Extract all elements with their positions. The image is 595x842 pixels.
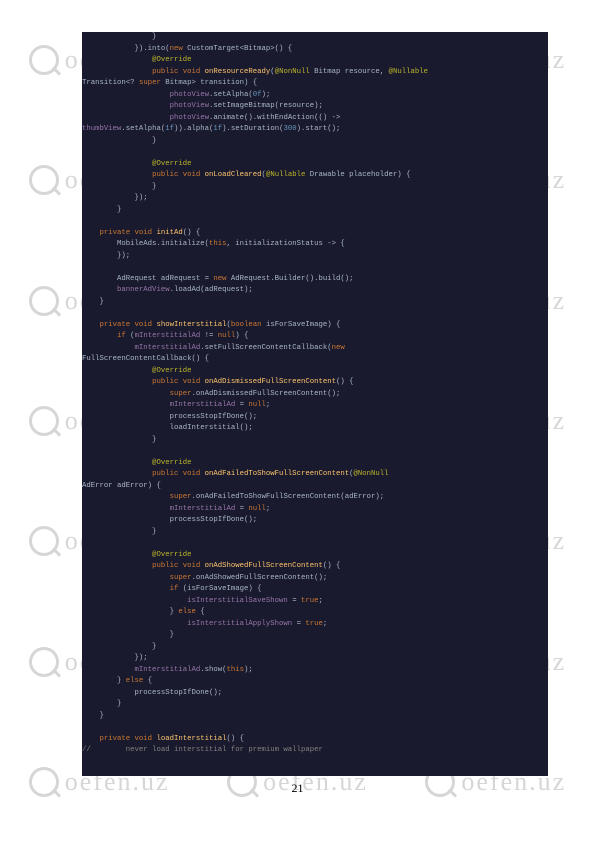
code-content: } }).into(new CustomTarget<Bitmap>() { @… bbox=[82, 32, 548, 757]
page-number: 21 bbox=[0, 781, 595, 796]
code-block: } }).into(new CustomTarget<Bitmap>() { @… bbox=[82, 32, 548, 776]
